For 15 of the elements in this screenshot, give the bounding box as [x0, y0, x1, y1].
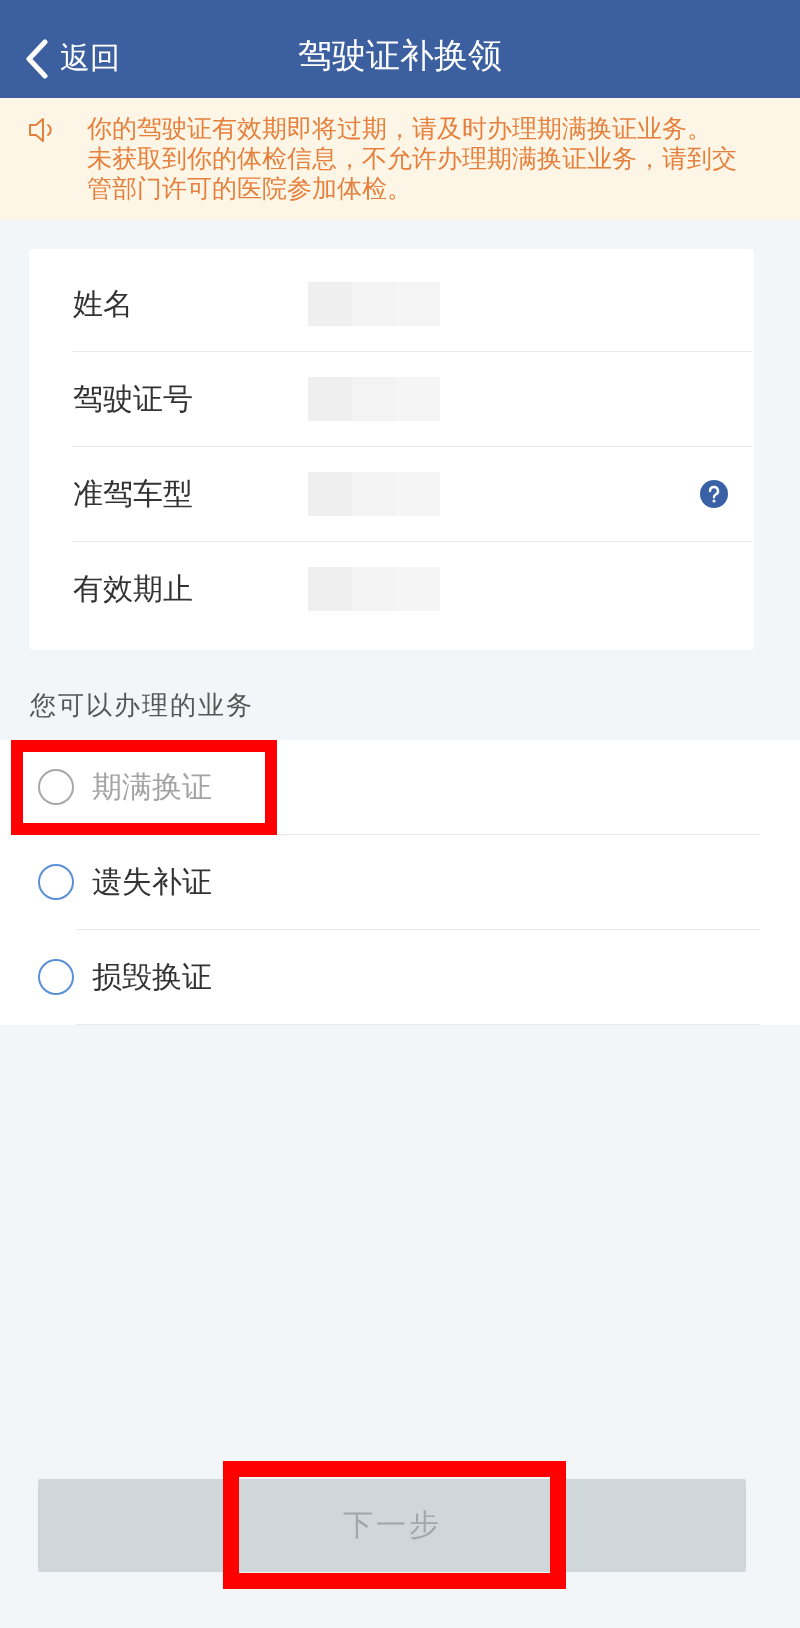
help-icon[interactable] [700, 480, 728, 508]
notice-text: 你的驾驶证有效期即将过期，请及时办理期满换证业务。 [87, 114, 713, 144]
radio-button[interactable] [38, 864, 74, 900]
radio-button[interactable] [38, 959, 74, 995]
service-option[interactable]: 遗失补证 [0, 835, 800, 929]
field-label: 姓名 [73, 284, 133, 323]
notice-text: 未获取到你的体检信息，不允许办理期满换证业务，请到交管部门许可的医院参加体检。 [87, 144, 738, 204]
field-label: 有效期止 [73, 569, 193, 608]
service-option[interactable]: 损毁换证 [0, 930, 800, 1024]
section-heading: 您可以办理的业务 [29, 689, 255, 722]
field-label: 驾驶证号 [73, 379, 193, 418]
chevron-left-icon [24, 38, 50, 79]
back-button[interactable]: 返回 [20, 34, 124, 83]
field-label: 准驾车型 [73, 474, 193, 513]
page-title: 驾驶证补换领 [298, 34, 502, 77]
